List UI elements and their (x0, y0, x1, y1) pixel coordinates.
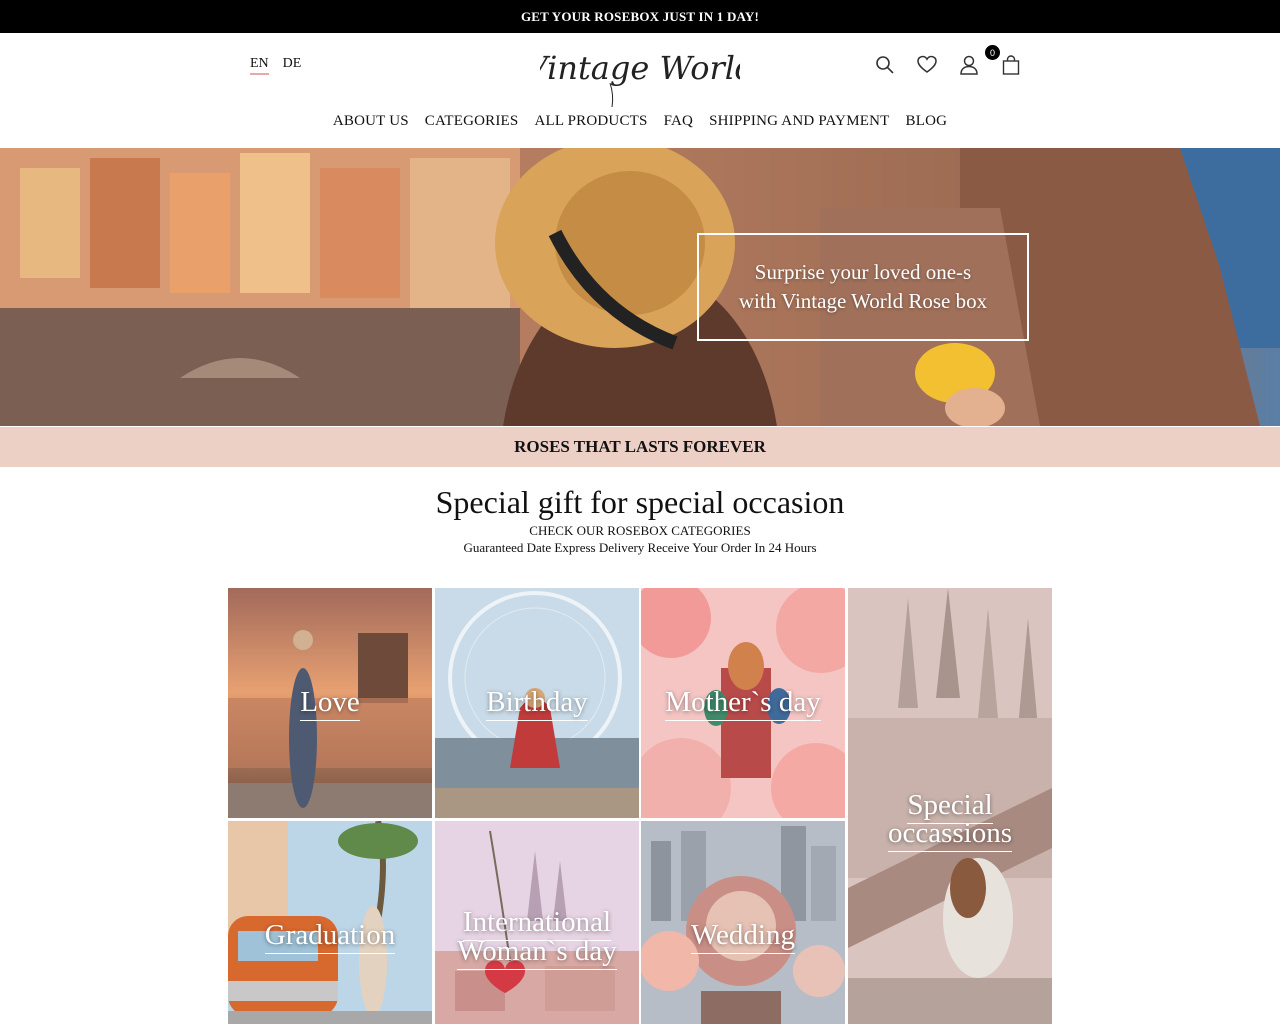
section-subtitle: CHECK OUR ROSEBOX CATEGORIES (529, 523, 751, 538)
category-tile-mothers-day[interactable]: Mother`s day (641, 588, 845, 818)
hero-caption-line1: Surprise your loved one-s (754, 260, 972, 284)
cart-count-badge: 0 (985, 45, 1000, 60)
site-header: EN DE Vintage World 0 ABOUT US (0, 33, 1280, 148)
category-label-mothers-day: Mother`s day (665, 686, 821, 721)
hero-caption-box: Surprise your loved one-s with Vintage W… (697, 233, 1029, 341)
nav-categories[interactable]: CATEGORIES (425, 113, 519, 130)
nav-blog[interactable]: BLOG (906, 113, 948, 130)
logo-text: Vintage World (540, 49, 740, 87)
language-de[interactable]: DE (283, 56, 302, 75)
category-label-special-occasions: Special occassions (887, 789, 1013, 852)
category-tile-birthday[interactable]: Birthday (435, 588, 639, 818)
category-label-womans-day: International Woman`s day (457, 906, 617, 970)
shopping-bag-icon (1002, 55, 1020, 75)
language-switcher: EN DE (250, 56, 301, 75)
category-label-birthday: Birthday (486, 686, 588, 721)
nav-about-us[interactable]: ABOUT US (333, 113, 409, 130)
cart-button[interactable]: 0 (985, 45, 1021, 75)
section-title: Special gift for special occasion (435, 484, 845, 520)
category-label-wedding: Wedding (691, 919, 795, 954)
announcement-text: GET YOUR ROSEBOX JUST IN 1 DAY! (520, 8, 760, 24)
brand-logo[interactable]: Vintage World (525, 39, 755, 109)
announcement-bar: GET YOUR ROSEBOX JUST IN 1 DAY! (0, 0, 1280, 33)
delivery-note: Guaranteed Date Express Delivery Receive… (463, 540, 817, 555)
search-icon[interactable] (875, 55, 895, 75)
nav-faq[interactable]: FAQ (664, 113, 694, 130)
category-tile-womans-day[interactable]: International Woman`s day (435, 821, 639, 1024)
heart-icon[interactable] (917, 55, 937, 75)
hero-image (0, 148, 1280, 426)
hero-caption-line2: with Vintage World Rose box (738, 289, 988, 313)
category-tile-special-occasions[interactable]: Special occassions (848, 588, 1052, 1024)
tagline-text: ROSES THAT LASTS FOREVER (514, 437, 766, 456)
category-tile-wedding[interactable]: Wedding (641, 821, 845, 1024)
header-icons: 0 (875, 45, 1021, 75)
tagline-band: ROSES THAT LASTS FOREVER (0, 427, 1280, 467)
category-label-love: Love (300, 686, 360, 721)
language-en[interactable]: EN (250, 56, 269, 75)
category-tile-love[interactable]: Love (228, 588, 432, 818)
section-heading: Special gift for special occasion CHECK … (0, 482, 1280, 556)
hero-banner[interactable]: Surprise your loved one-s with Vintage W… (0, 148, 1280, 426)
user-icon[interactable] (959, 55, 979, 75)
nav-all-products[interactable]: ALL PRODUCTS (534, 113, 647, 130)
main-nav: ABOUT US CATEGORIES ALL PRODUCTS FAQ SHI… (0, 113, 1280, 130)
category-label-graduation: Graduation (264, 919, 396, 954)
nav-shipping-payment[interactable]: SHIPPING AND PAYMENT (709, 113, 889, 130)
category-tile-graduation[interactable]: Graduation (228, 821, 432, 1024)
